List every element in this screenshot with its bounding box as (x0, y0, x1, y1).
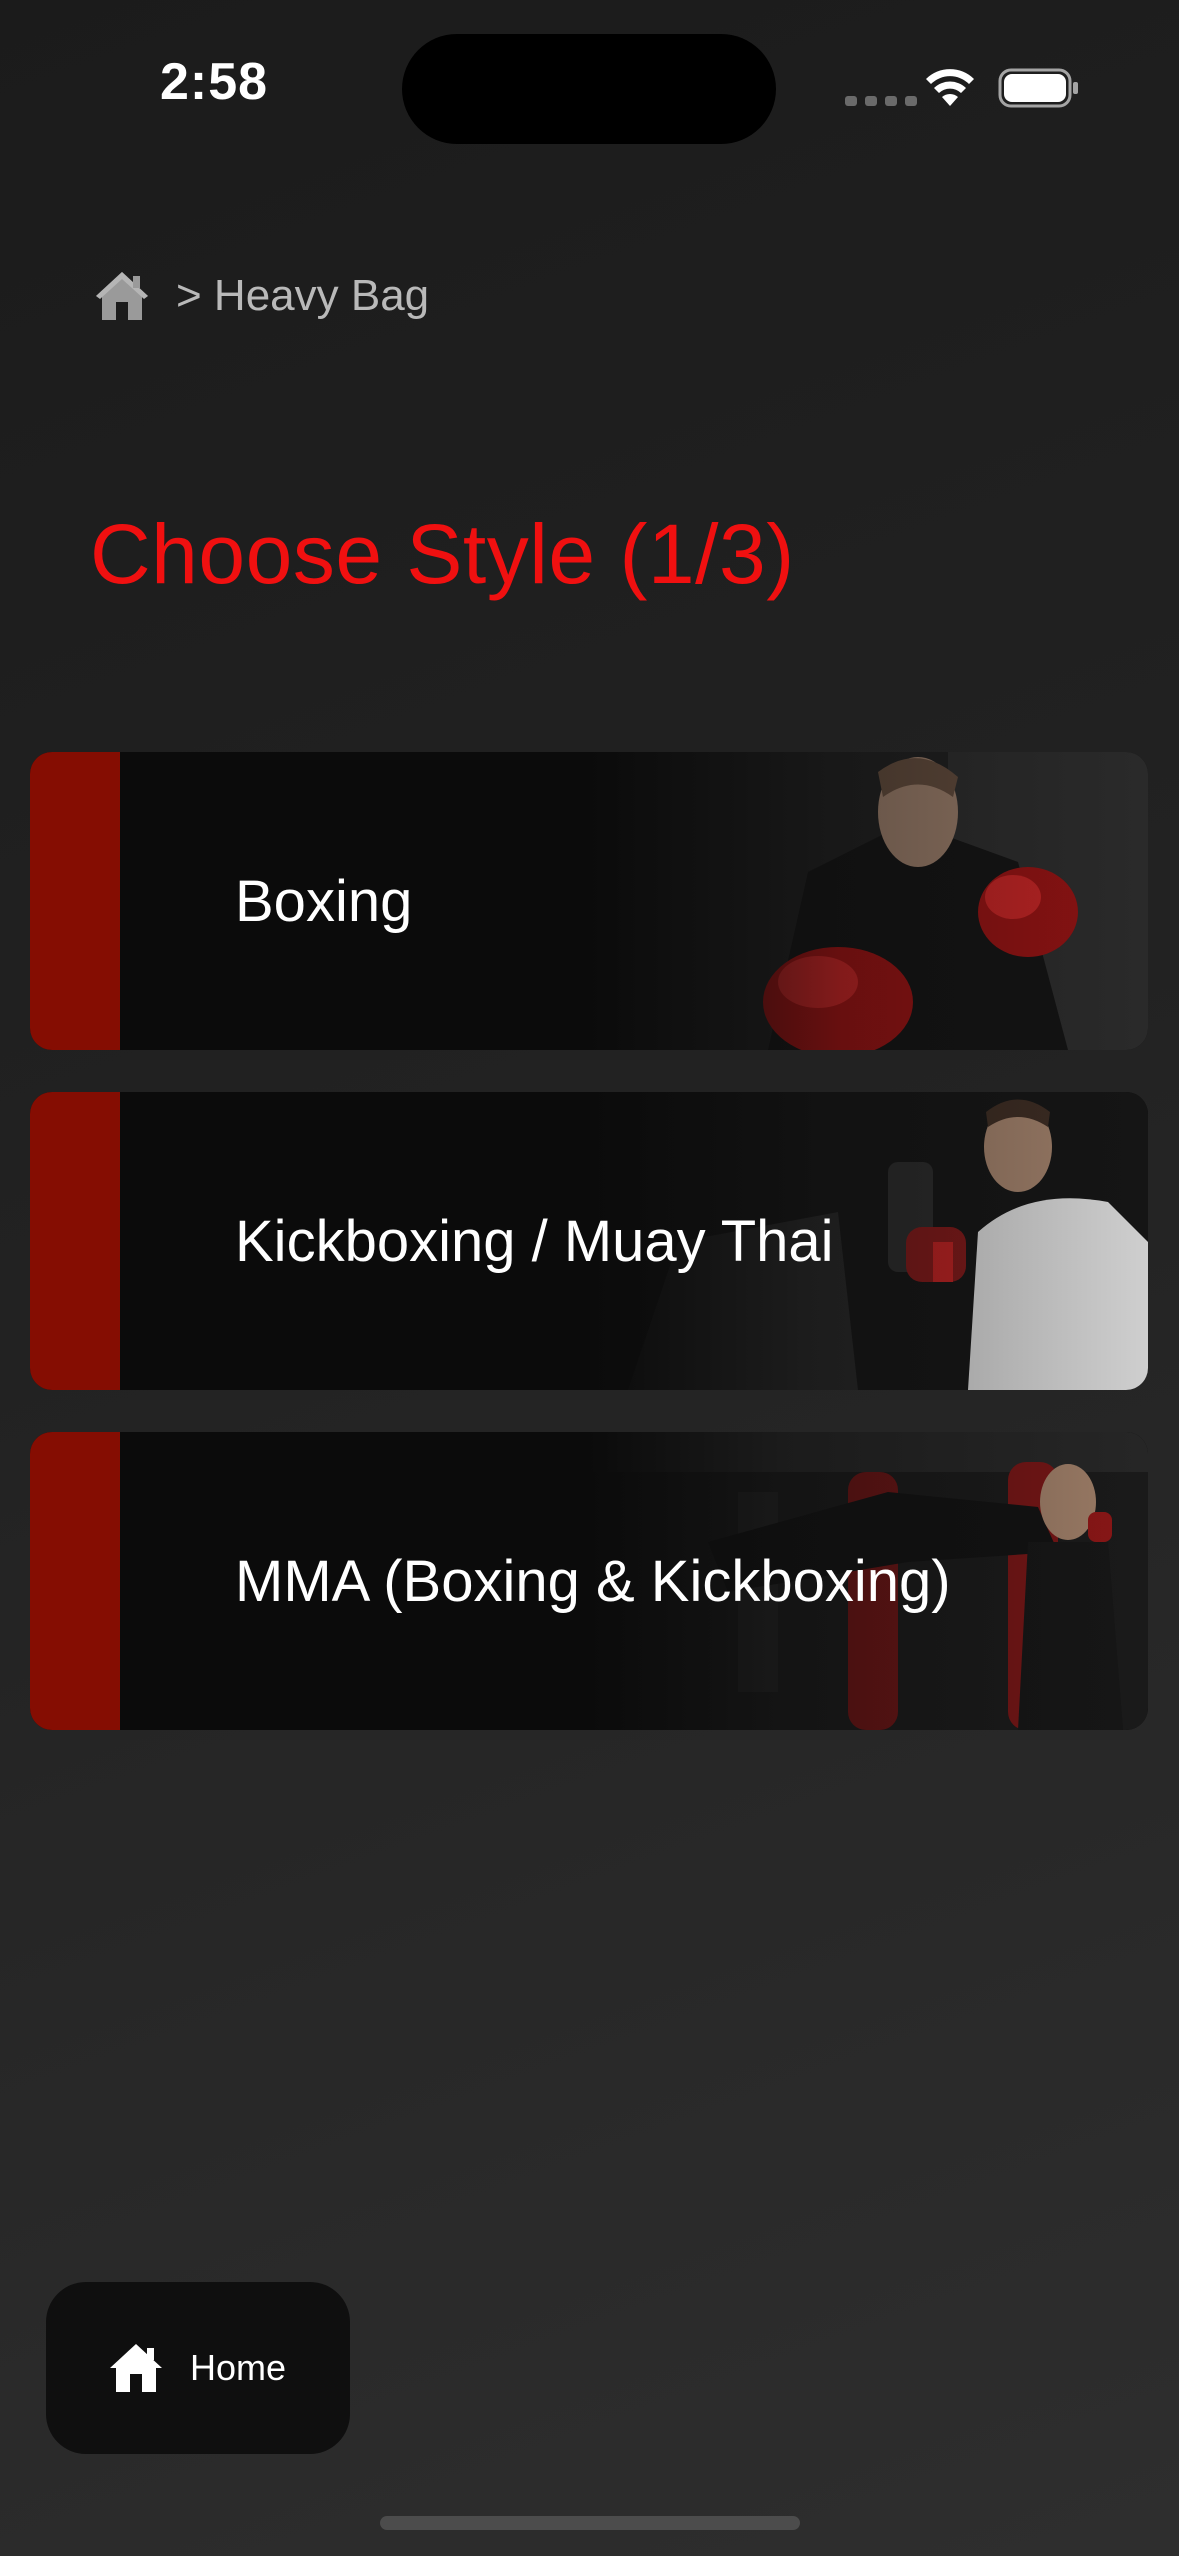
style-label-kickboxing: Kickboxing / Muay Thai (235, 1208, 834, 1274)
card-accent-bar (30, 752, 120, 1050)
boxing-photo (588, 752, 1148, 1050)
style-card-mma[interactable]: MMA (Boxing & Kickboxing) (30, 1432, 1148, 1730)
style-label-boxing: Boxing (235, 868, 413, 934)
breadcrumb-current: > Heavy Bag (176, 271, 430, 320)
home-button-label: Home (190, 2347, 287, 2388)
style-label-mma: MMA (Boxing & Kickboxing) (235, 1548, 951, 1614)
wifi-icon (926, 69, 974, 106)
style-card-kickboxing-muay-thai[interactable]: Kickboxing / Muay Thai (30, 1092, 1148, 1390)
dynamic-island (402, 34, 776, 144)
cellular-signal-icon (845, 96, 917, 106)
house-icon (110, 2344, 162, 2392)
home-indicator[interactable] (380, 2516, 800, 2530)
card-accent-bar (30, 1432, 120, 1730)
status-time: 2:58 (160, 53, 269, 111)
breadcrumb: > Heavy Bag (94, 266, 429, 326)
card-accent-bar (30, 1092, 120, 1390)
style-list: Boxing Kickboxing / Muay Thai MMA (Boxin… (30, 752, 1148, 1772)
house-icon[interactable] (94, 269, 150, 323)
home-button[interactable]: Home (46, 2282, 350, 2454)
style-card-boxing[interactable]: Boxing (30, 752, 1148, 1050)
page-title: Choose Style (1/3) (90, 507, 795, 601)
battery-icon (998, 68, 1078, 108)
